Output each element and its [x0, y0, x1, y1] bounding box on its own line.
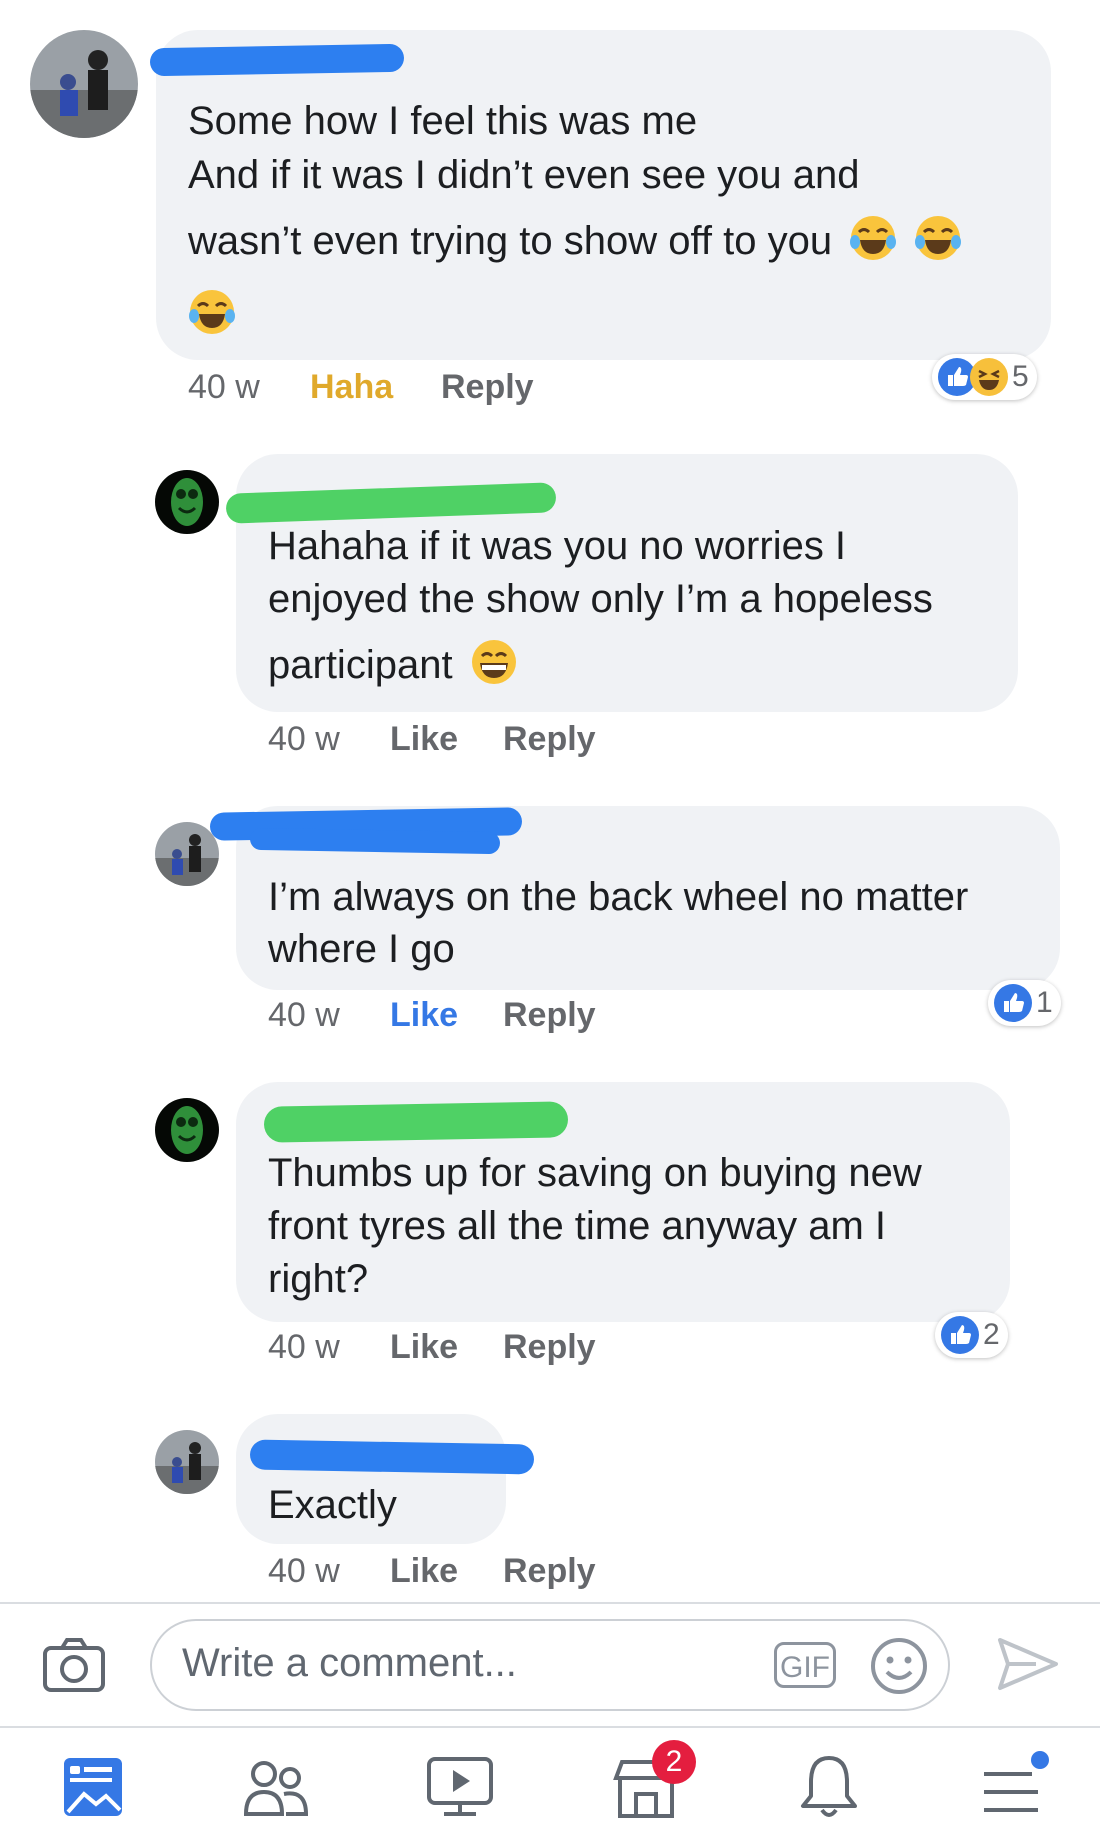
gif-button[interactable]: GIF [774, 1642, 836, 1688]
reply-button[interactable]: Reply [503, 1552, 596, 1591]
comment-timestamp: 40 w [268, 996, 340, 1034]
send-icon[interactable] [996, 1636, 1060, 1692]
emoji-icon[interactable] [870, 1637, 928, 1695]
comment-text-line: wasn’t even trying to show off to you [188, 214, 962, 268]
grinning-emoji [471, 640, 516, 684]
watch-icon[interactable] [426, 1756, 494, 1818]
marketplace-badge: 2 [652, 1740, 696, 1784]
laughing-tears-emoji [915, 216, 962, 260]
like-button[interactable]: Like [390, 996, 458, 1035]
commenter-avatar[interactable] [155, 822, 219, 886]
haha-icon [970, 358, 1008, 396]
news-feed-icon[interactable] [62, 1756, 124, 1818]
comment-text-line: where I go [268, 927, 455, 971]
friends-icon[interactable] [242, 1756, 310, 1818]
comment-text-line: And if it was I didn’t even see you and [188, 153, 860, 197]
camera-icon[interactable] [42, 1636, 106, 1694]
reaction-count: 1 [1036, 986, 1053, 1019]
redacted-name [149, 43, 405, 77]
comment-text-line: I’m always on the back wheel no matter [268, 875, 969, 919]
nav-divider [0, 1726, 1100, 1728]
comment-text-line: front tyres all the time anyway am I [268, 1204, 887, 1248]
reply-button[interactable]: Reply [503, 996, 596, 1035]
reaction-summary[interactable]: 5 [932, 354, 1037, 400]
reply-button[interactable]: Reply [503, 1328, 596, 1367]
comment-timestamp: 40 w [268, 1328, 340, 1366]
redacted-name [249, 827, 501, 855]
comment-text-line: Exactly [268, 1483, 397, 1527]
commenter-avatar[interactable] [30, 30, 138, 138]
like-button[interactable]: Like [390, 1328, 458, 1367]
comment-timestamp: 40 w [268, 1552, 340, 1590]
laughing-tears-emoji [189, 290, 235, 334]
haha-reaction-button[interactable]: Haha [310, 368, 393, 407]
composer-divider [0, 1602, 1100, 1604]
comment-timestamp: 40 w [188, 368, 260, 406]
redacted-name [249, 1439, 535, 1475]
laughing-tears-emoji [850, 216, 897, 260]
redacted-name [263, 1101, 569, 1143]
reaction-count: 5 [1012, 360, 1029, 393]
like-icon [994, 984, 1032, 1022]
like-icon [941, 1316, 979, 1354]
like-button[interactable]: Like [390, 1552, 458, 1591]
reply-button[interactable]: Reply [503, 720, 596, 759]
reply-button[interactable]: Reply [441, 368, 534, 407]
reaction-count: 2 [983, 1318, 1000, 1351]
comment-text-line: participant [268, 638, 518, 692]
comment-text-line: Some how I feel this was me [188, 99, 698, 143]
reaction-summary[interactable]: 1 [988, 980, 1061, 1026]
comment-placeholder: Write a comment... [182, 1641, 517, 1685]
menu-icon[interactable] [980, 1750, 1050, 1820]
commenter-avatar[interactable] [155, 1430, 219, 1494]
reaction-summary[interactable]: 2 [935, 1312, 1008, 1358]
commenter-avatar[interactable] [155, 1098, 219, 1162]
like-button[interactable]: Like [390, 720, 458, 759]
commenter-avatar[interactable] [155, 470, 219, 534]
comment-text-line: enjoyed the show only I’m a hopeless [268, 577, 933, 621]
comment-timestamp: 40 w [268, 720, 340, 758]
comment-text-line: right? [268, 1257, 369, 1301]
notifications-icon[interactable] [798, 1752, 860, 1822]
comment-text-line: Hahaha if it was you no worries I [268, 524, 847, 568]
comment-input[interactable]: Write a comment... GIF [150, 1619, 950, 1711]
comment-text-line: Thumbs up for saving on buying new [268, 1151, 922, 1195]
